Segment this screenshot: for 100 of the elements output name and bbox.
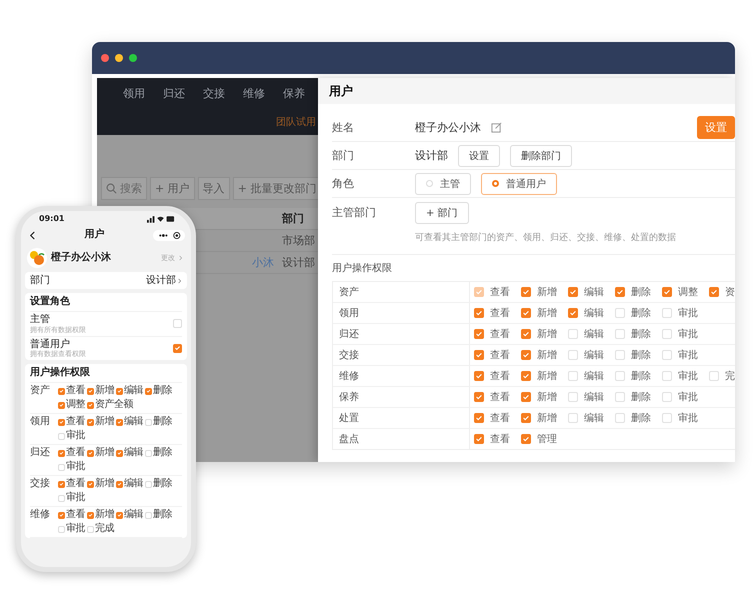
- checkbox[interactable]: [87, 512, 94, 519]
- checkbox-label: 完成: [95, 523, 114, 536]
- checkbox[interactable]: [474, 371, 484, 381]
- nav-tab[interactable]: 保养: [283, 86, 305, 100]
- role-option[interactable]: 普通用户: [481, 172, 557, 194]
- checkbox-label: 编辑: [584, 348, 604, 362]
- row-label: 部门: [30, 274, 50, 286]
- checkbox-label: 查看: [66, 447, 85, 460]
- add-department-button[interactable]: + 部门: [415, 202, 469, 224]
- checkbox[interactable]: [58, 418, 65, 426]
- checkbox[interactable]: [87, 480, 94, 488]
- checkbox[interactable]: [58, 450, 65, 457]
- checkbox-label: 编辑: [124, 447, 143, 460]
- checkbox[interactable]: [521, 350, 531, 360]
- checkbox-label: 删除: [631, 328, 651, 341]
- checkbox-label: 查看: [490, 412, 510, 425]
- table-cell-text: 市场部: [282, 233, 316, 248]
- profile-name: 橙子办公小沐: [51, 252, 111, 264]
- nav-tab[interactable]: 归还: [163, 86, 185, 100]
- checkbox-label: 删除: [631, 412, 651, 425]
- checkbox[interactable]: [474, 329, 484, 339]
- checkbox[interactable]: [173, 344, 182, 353]
- checkbox[interactable]: [474, 392, 484, 402]
- checkbox-label: 新增: [95, 416, 114, 428]
- table-cell: 保养: [333, 387, 470, 407]
- permission-name: 资产: [30, 385, 51, 398]
- permission-name: 领用: [30, 416, 51, 430]
- checkbox[interactable]: [87, 388, 94, 395]
- checkbox[interactable]: [87, 418, 94, 426]
- checkbox[interactable]: [568, 287, 578, 297]
- checkbox[interactable]: [568, 308, 578, 318]
- checkbox-label: 编辑: [124, 416, 143, 428]
- table-cell: 交接: [333, 345, 470, 365]
- nav-tab[interactable]: 交接: [203, 86, 225, 100]
- checkbox-label: 新增: [537, 286, 557, 299]
- checkbox[interactable]: [709, 287, 719, 297]
- checkbox-label: 新增: [95, 478, 114, 490]
- checkbox[interactable]: [58, 388, 65, 395]
- checkbox[interactable]: [474, 308, 484, 318]
- checkbox-label: 编辑: [584, 306, 604, 320]
- checkbox-label: 删除: [153, 478, 172, 490]
- checkbox[interactable]: [521, 287, 531, 297]
- checkbox[interactable]: [58, 480, 65, 488]
- capsule-menu[interactable]: [153, 230, 185, 240]
- checkbox-label: 审批: [66, 430, 85, 442]
- permission-name: 交接: [30, 478, 51, 492]
- field-label: 主管部门: [332, 205, 377, 220]
- checkbox[interactable]: [58, 512, 65, 519]
- department-button[interactable]: 删除部门: [510, 144, 572, 166]
- checkbox[interactable]: [615, 287, 625, 297]
- checkbox-label: 完: [725, 370, 735, 383]
- checkbox[interactable]: [521, 308, 531, 318]
- department-row[interactable]: 部门 设计部: [25, 272, 187, 289]
- role-name: 主管: [30, 314, 51, 326]
- checkbox[interactable]: [521, 392, 531, 402]
- maximize-button[interactable]: [129, 54, 137, 62]
- checkbox-label: 查看: [490, 328, 510, 341]
- checkbox[interactable]: [521, 371, 531, 381]
- checkbox[interactable]: [521, 434, 531, 444]
- chevron-icon: [178, 278, 182, 284]
- close-button[interactable]: [101, 54, 109, 62]
- checkbox[interactable]: [116, 480, 123, 488]
- nav-tab[interactable]: 维修: [243, 86, 265, 100]
- checkbox-label: 查看: [490, 390, 510, 404]
- user-name: 橙子办公小沐: [415, 120, 481, 135]
- edit-icon[interactable]: [491, 122, 502, 133]
- permission-name: 维修: [30, 509, 51, 522]
- checkbox[interactable]: [145, 388, 152, 395]
- field-label: 部门: [332, 148, 355, 163]
- checkbox-label: 调整: [678, 286, 698, 299]
- checkbox-label: 编辑: [584, 412, 604, 425]
- checkbox[interactable]: [474, 434, 484, 444]
- checkbox[interactable]: [87, 450, 94, 457]
- checkbox[interactable]: [474, 350, 484, 360]
- checkbox[interactable]: [116, 418, 123, 426]
- avatar-icon: [27, 248, 47, 268]
- checkbox-label: 审批: [678, 370, 698, 383]
- checkbox[interactable]: [58, 402, 65, 409]
- checkbox[interactable]: [662, 287, 672, 297]
- checkbox-label: 删除: [631, 349, 651, 362]
- checkbox[interactable]: [116, 512, 123, 519]
- checkbox-label: 编辑: [584, 370, 604, 383]
- checkbox-label: 查看: [66, 509, 85, 522]
- minimize-button[interactable]: [115, 54, 123, 62]
- checkbox[interactable]: [474, 413, 484, 423]
- department-value: 设计部: [146, 274, 176, 286]
- checkbox-label: 编辑: [124, 385, 143, 398]
- checkbox[interactable]: [87, 402, 94, 409]
- checkbox[interactable]: [116, 450, 123, 457]
- checkbox[interactable]: [521, 329, 531, 339]
- department-button[interactable]: 设置: [458, 144, 500, 166]
- field-label: 姓名: [332, 120, 355, 135]
- checkbox[interactable]: [116, 388, 123, 395]
- nav-tab[interactable]: 领用: [123, 86, 145, 100]
- search-icon: [106, 183, 117, 194]
- checkbox-label: 编辑: [124, 509, 143, 522]
- checkbox-label: 编辑: [584, 286, 604, 299]
- checkbox[interactable]: [521, 413, 531, 423]
- back-icon[interactable]: [29, 230, 36, 240]
- role-option[interactable]: 主管: [415, 172, 471, 194]
